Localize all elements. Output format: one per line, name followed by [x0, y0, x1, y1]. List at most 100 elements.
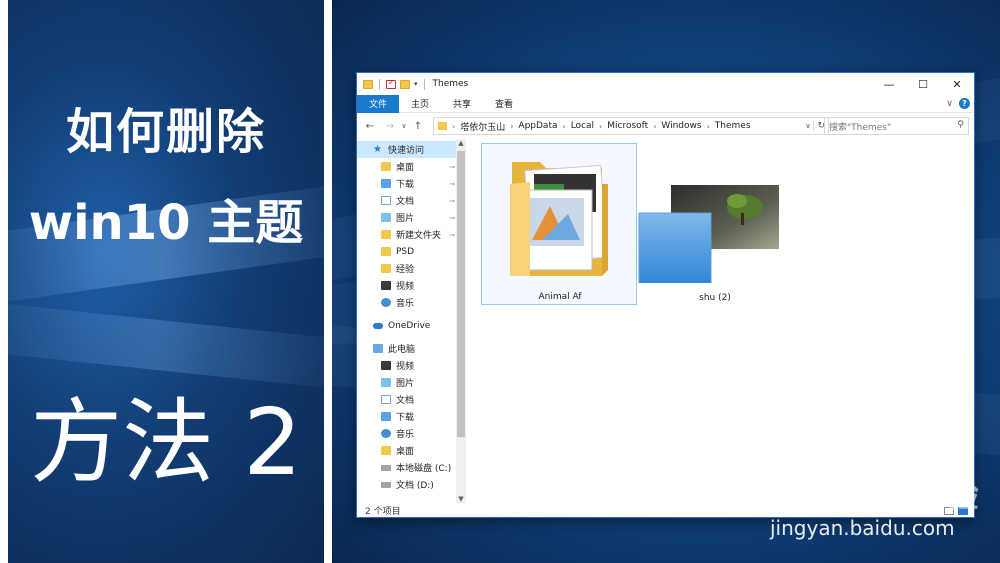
video-icon [381, 361, 391, 370]
nav-item-label: 文档 (D:) [396, 481, 434, 491]
cloud-icon [373, 322, 383, 329]
slide-title-line2: win10 主题 [28, 195, 304, 251]
nav-item[interactable]: PSD [357, 243, 457, 260]
tab-home[interactable]: 主页 [399, 95, 441, 113]
nav-item-label: 新建文件夹 [396, 231, 442, 241]
nav-item[interactable]: 桌面 ⊸ [357, 158, 457, 175]
recent-locations-chevron-icon[interactable]: ∨ [397, 122, 411, 130]
slide-title-line3: 方法 2 [30, 389, 302, 496]
pin-icon[interactable]: ⊸ [449, 197, 455, 205]
tab-view[interactable]: 查看 [483, 95, 525, 113]
folder-icon [381, 247, 391, 256]
nav-item-label: 文档 [396, 197, 415, 207]
breadcrumb-appdata[interactable]: AppData [518, 121, 557, 131]
theme-file-thumbnail-icon [638, 185, 779, 286]
close-button[interactable]: ✕ [940, 73, 974, 95]
back-button[interactable]: ← [363, 121, 377, 132]
pc-icon [373, 344, 383, 353]
nav-item[interactable]: 图片 [357, 374, 457, 391]
title-panel: 如何删除 win10 主题 方法 2 [8, 0, 324, 563]
file-item-animal-af[interactable]: Animal Af [481, 143, 637, 305]
nav-item-label: 音乐 [396, 299, 415, 309]
nav-item[interactable]: 图片 ⊸ [357, 209, 457, 226]
nav-item[interactable]: 此电脑 [357, 340, 457, 357]
scrollbar-thumb[interactable] [457, 151, 465, 437]
nav-item[interactable]: 本地磁盘 (C:) [357, 459, 457, 476]
watermark-url: jingyan.baidu.com [770, 516, 955, 540]
separator [379, 78, 380, 90]
nav-item-label: 图片 [396, 379, 415, 389]
nav-item[interactable]: 经验 [357, 260, 457, 277]
nav-item[interactable]: 音乐 [357, 425, 457, 442]
document-icon [381, 196, 391, 205]
nav-item-label: OneDrive [388, 320, 431, 331]
pin-icon[interactable]: ⊸ [449, 163, 455, 171]
breadcrumb-windows[interactable]: Windows [661, 121, 701, 131]
file-view[interactable]: Animal Af shu (2) [469, 139, 974, 503]
ribbon-tabs: 文件 主页 共享 查看 ∨ ? [357, 94, 974, 113]
pin-icon[interactable]: ⊸ [449, 214, 455, 222]
minimize-button[interactable]: — [872, 73, 906, 95]
file-item-shu-2[interactable]: shu (2) [637, 143, 793, 305]
breadcrumb-separator: › [706, 121, 710, 131]
nav-item[interactable]: 下载 [357, 408, 457, 425]
expand-ribbon-chevron-icon[interactable]: ∨ [946, 99, 953, 109]
nav-item[interactable]: 文档 [357, 391, 457, 408]
ribbon-right-controls: ∨ ? [946, 98, 970, 109]
breadcrumb-themes[interactable]: Themes [715, 121, 751, 131]
document-icon [381, 395, 391, 404]
address-bar[interactable]: › 塔依尔玉山 › AppData › Local › Microsoft › … [433, 117, 829, 135]
help-icon[interactable]: ? [959, 98, 970, 109]
address-dropdown-chevron-icon[interactable]: ∨ [805, 122, 810, 130]
breadcrumb-microsoft[interactable]: Microsoft [607, 121, 648, 131]
folder-icon[interactable] [363, 79, 373, 89]
customize-toolbar-chevron-icon[interactable]: ▾ [414, 80, 418, 88]
file-name: Animal Af [538, 292, 582, 302]
nav-item[interactable]: 新建文件夹 ⊸ [357, 226, 457, 243]
nav-item[interactable]: ★ 快速访问 [357, 141, 457, 158]
pin-icon[interactable]: ⊸ [449, 180, 455, 188]
navigation-pane[interactable]: ★ 快速访问 桌面 ⊸ 下载 ⊸ 文档 ⊸ 图片 ⊸ 新建文件夹 ⊸ PSD 经验 视频 音乐 OneDrive… [357, 139, 469, 503]
up-button[interactable]: ↑ [411, 121, 425, 132]
nav-item[interactable]: 文档 (D:) [357, 476, 457, 493]
search-icon[interactable]: ⚲ [957, 120, 964, 130]
navigation-pane-scrollbar[interactable]: ▲ ▼ [456, 139, 466, 503]
star-icon: ★ [373, 144, 382, 155]
file-name: shu (2) [699, 293, 731, 303]
maximize-button[interactable]: ☐ [906, 73, 940, 95]
nav-item[interactable]: 下载 ⊸ [357, 175, 457, 192]
tab-share[interactable]: 共享 [441, 95, 483, 113]
search-input[interactable]: 搜索"Themes" ⚲ [824, 117, 969, 135]
nav-item-label: 文档 [396, 396, 415, 406]
breadcrumb-local[interactable]: Local [571, 121, 594, 131]
title-bar[interactable]: ▾ Themes — ☐ ✕ [357, 73, 974, 95]
nav-item-label: 下载 [396, 180, 415, 190]
watermark-brand: Bai du 经验 [770, 476, 980, 516]
download-folder-icon [381, 179, 391, 188]
breadcrumb-separator: › [653, 121, 657, 131]
nav-item[interactable]: 视频 [357, 357, 457, 374]
scroll-down-icon[interactable]: ▼ [456, 495, 466, 503]
new-folder-icon[interactable] [400, 79, 410, 89]
quick-access-toolbar: ▾ [357, 78, 427, 90]
properties-icon[interactable] [386, 78, 396, 89]
baidu-jingyan-watermark: Bai du 经验 jingyan.baidu.com [770, 460, 980, 550]
breadcrumb-user[interactable]: 塔依尔玉山 [460, 120, 505, 133]
window-controls: — ☐ ✕ [872, 73, 974, 95]
video-icon [381, 281, 391, 290]
nav-item[interactable]: 视频 [357, 277, 457, 294]
nav-item[interactable]: 文档 ⊸ [357, 192, 457, 209]
forward-button[interactable]: → [383, 121, 397, 132]
nav-item[interactable]: 音乐 [357, 294, 457, 311]
tab-file[interactable]: 文件 [357, 94, 400, 113]
nav-item-label: 桌面 [396, 163, 415, 173]
picture-icon [381, 378, 391, 387]
nav-item-label: 此电脑 [388, 345, 416, 355]
nav-item[interactable]: 桌面 [357, 442, 457, 459]
nav-item-label: 视频 [396, 282, 415, 292]
nav-item-label: 本地磁盘 (C:) [396, 464, 452, 474]
nav-item[interactable]: OneDrive [357, 317, 457, 334]
scroll-up-icon[interactable]: ▲ [456, 139, 466, 147]
pin-icon[interactable]: ⊸ [449, 231, 455, 239]
search-placeholder: 搜索"Themes" [829, 122, 892, 133]
